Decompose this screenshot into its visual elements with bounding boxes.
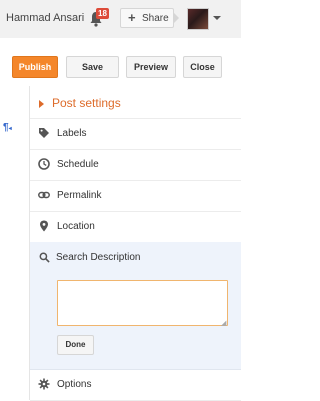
avatar[interactable] [187, 8, 209, 30]
publish-button[interactable]: Publish [12, 56, 58, 78]
post-settings-title: Post settings [52, 96, 121, 110]
settings-item-options[interactable]: Options [30, 369, 241, 401]
paragraph-direction-icon[interactable]: ¶◂ [3, 122, 12, 133]
settings-item-label: Permalink [57, 190, 102, 201]
settings-item-label: Location [57, 221, 95, 232]
close-button[interactable]: Close [183, 56, 222, 78]
username[interactable]: Hammad Ansari [6, 12, 84, 24]
settings-item-label: Schedule [57, 159, 99, 170]
chevron-down-icon[interactable] [213, 16, 221, 20]
settings-item-location[interactable]: Location [30, 211, 241, 243]
chevron-right-icon [39, 100, 44, 108]
share-count-notch [173, 12, 179, 24]
account-bar: Hammad Ansari 18 + Share [0, 0, 241, 38]
settings-item-schedule[interactable]: Schedule [30, 149, 241, 181]
editor-toolbar: Publish Save Preview Close [0, 38, 241, 87]
post-settings-panel: Post settings Labels Schedule Permalink … [30, 86, 241, 401]
plus-icon: + [128, 10, 136, 25]
save-button[interactable]: Save [66, 56, 119, 78]
settings-item-permalink[interactable]: Permalink [30, 180, 241, 212]
post-settings-header[interactable]: Post settings [30, 86, 241, 119]
settings-item-labels[interactable]: Labels [30, 118, 241, 150]
search-icon [39, 252, 50, 263]
resize-handle-icon[interactable]: ◢ [221, 319, 226, 327]
search-description-section: Search Description ◢ Done [30, 242, 241, 370]
tag-icon [39, 128, 49, 138]
gear-icon [38, 378, 50, 390]
search-description-label[interactable]: Search Description [56, 252, 140, 263]
done-button[interactable]: Done [57, 335, 94, 355]
settings-item-label: Options [57, 379, 92, 390]
pin-icon [40, 220, 48, 232]
settings-item-label: Labels [57, 128, 87, 139]
search-description-input[interactable] [57, 280, 228, 326]
notification-badge[interactable]: 18 [96, 8, 109, 19]
share-button[interactable]: + Share [120, 8, 174, 28]
share-label: Share [142, 13, 169, 24]
link-icon [38, 191, 50, 199]
editor-gutter: ¶◂ [0, 86, 30, 400]
clock-icon [38, 158, 50, 170]
preview-button[interactable]: Preview [126, 56, 176, 78]
